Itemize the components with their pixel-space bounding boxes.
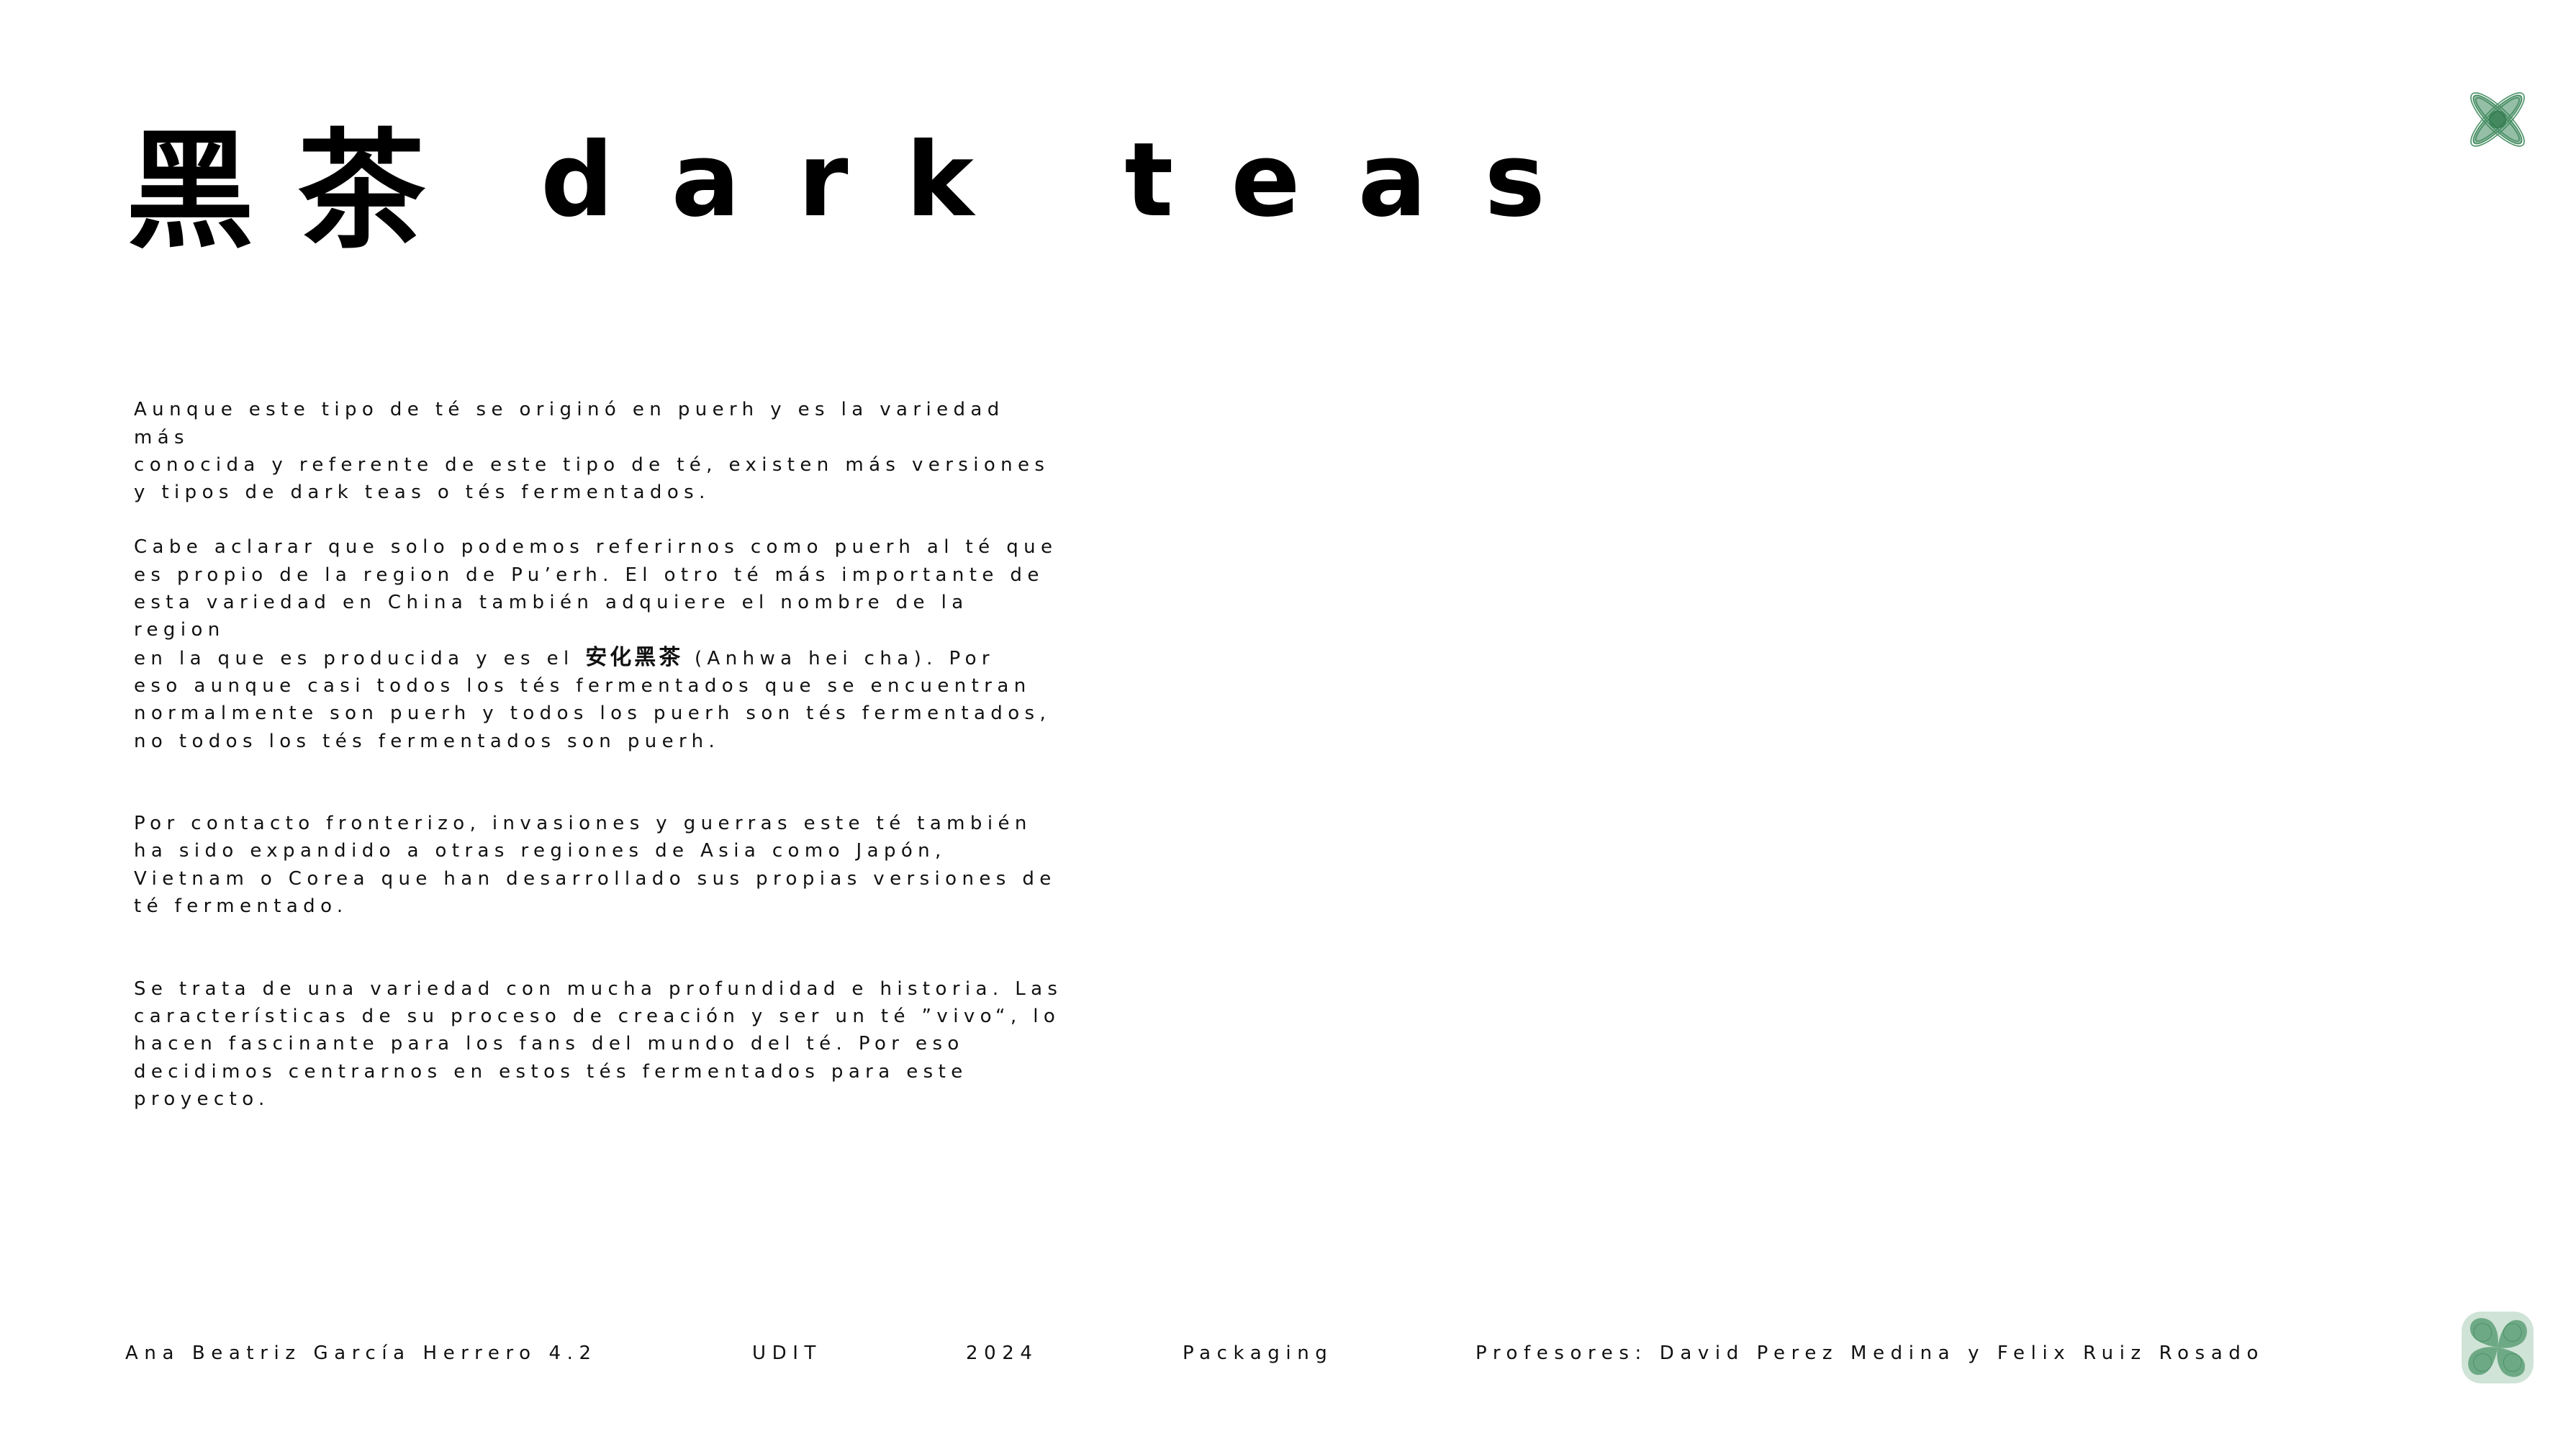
paragraph-origin: Aunque este tipo de té se originó en pue… <box>134 369 1070 506</box>
paragraph-text: Se trata de una variedad con mucha profu… <box>134 978 1063 1110</box>
footer-subject: Packaging <box>1183 1342 1334 1364</box>
footer-school: UDIT <box>752 1342 823 1364</box>
page-title: 黑茶 dark teas <box>126 108 1603 266</box>
paragraph-text: Por contacto fronterizo, invasiones y gu… <box>134 813 1057 918</box>
footer-professors: Profesores: David Perez Medina y Felix R… <box>1475 1342 2264 1364</box>
paragraph-puerh-definition: Cabe aclarar que solo podemos referirnos… <box>134 533 1070 754</box>
footer-author: Ana Beatriz García Herrero 4.2 <box>125 1342 597 1364</box>
x-knot-icon <box>2470 92 2525 147</box>
title-english: dark teas <box>541 120 1603 240</box>
footer-year: 2024 <box>966 1342 1039 1364</box>
paragraph-text: Aunque este tipo de té se originó en pue… <box>134 399 1050 504</box>
paragraph-conclusion: Se trata de una variedad con mucha profu… <box>134 947 1070 1113</box>
anhua-dark-tea-chinese: 安化黑茶 <box>585 644 684 670</box>
title-chinese: 黑茶 <box>126 116 469 266</box>
paragraph-expansion: Por contacto fronterizo, invasiones y gu… <box>134 782 1070 920</box>
body-text: Aunque este tipo de té se originó en pue… <box>134 369 1070 1140</box>
clover-tile-icon <box>2462 1312 2534 1383</box>
